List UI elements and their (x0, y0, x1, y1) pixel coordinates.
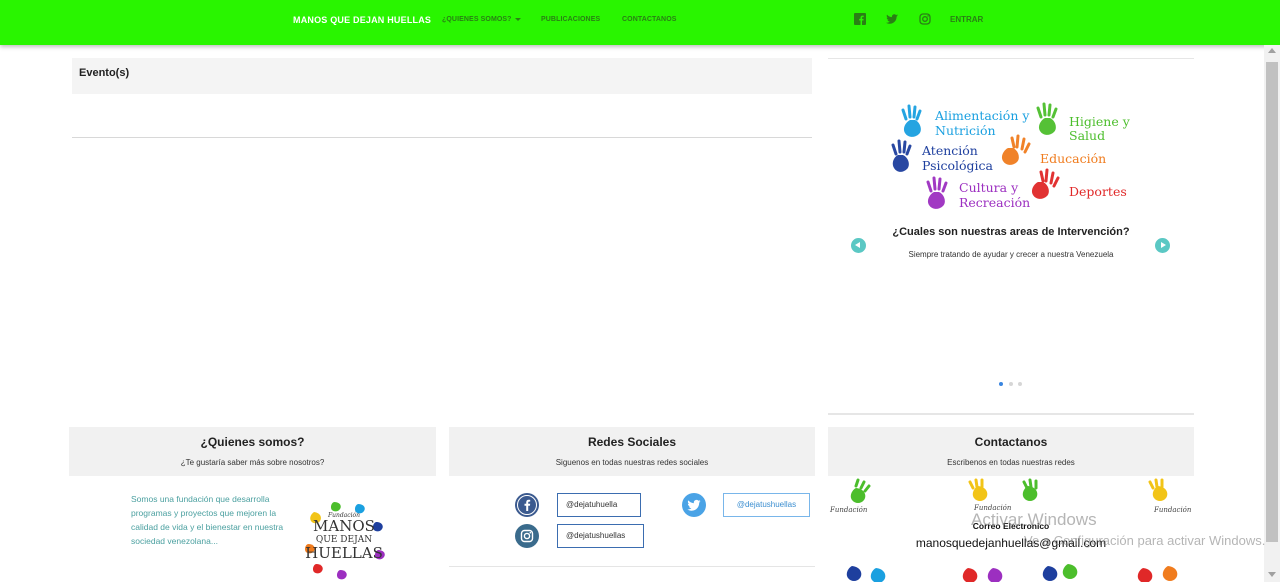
chevron-down-icon (514, 17, 521, 21)
about-subtitle: ¿Te gustaría saber más sobre nosotros? (180, 458, 325, 467)
area-label: Psicológica (922, 158, 994, 173)
about-card-header: ¿Quienes somos? ¿Te gustaría saber más s… (69, 427, 436, 476)
twitter-icon[interactable] (886, 13, 898, 25)
area-label: Higiene y (1069, 114, 1131, 129)
area-label: Recreación (959, 195, 1030, 210)
nav-contactanos[interactable]: CONTACTANOS (622, 16, 677, 23)
about-title: ¿Quienes somos? (200, 435, 305, 449)
top-navbar: MANOS QUE DEJAN HUELLAS ¿QUIENES SOMOS? … (0, 0, 1280, 45)
carousel-indicator-3[interactable] (1018, 382, 1022, 386)
social-subtitle: Siguenos en todas nuestras redes sociale… (555, 458, 709, 467)
social-card-header: Redes Sociales Siguenos en todas nuestra… (449, 427, 815, 476)
foundation-logo: Fundación MANOS QUE DEJAN HUELLAS (304, 502, 385, 580)
events-panel-header: Evento(s) (72, 58, 812, 94)
events-divider (72, 137, 812, 138)
logo-text: MANOS (313, 517, 375, 535)
twitter-handle-button[interactable]: @dejatushuellas (723, 493, 810, 517)
carousel-caption-subtitle: Siempre tratando de ayudar y crecer a nu… (908, 250, 1114, 259)
carousel-caption-title: ¿Cuales son nuestras areas de Intervenci… (892, 226, 1130, 238)
area-label: Alimentación y (934, 108, 1030, 123)
carousel-top-divider (828, 58, 1194, 59)
facebook-icon[interactable] (854, 13, 866, 25)
area-label: Salud (1069, 128, 1105, 143)
scrollbar-thumb[interactable] (1266, 62, 1278, 542)
area-label: Deportes (1069, 184, 1127, 199)
scroll-up-arrow[interactable] (1268, 48, 1276, 53)
login-link[interactable]: ENTRAR (950, 15, 983, 24)
scroll-down-arrow[interactable] (1268, 572, 1276, 577)
logo-text: HUELLAS (305, 544, 383, 562)
carousel-indicator-1[interactable] (999, 382, 1003, 386)
twitter-icon[interactable] (682, 493, 706, 517)
activate-windows-subtitle: Ve a Configuración para activar Windows. (1024, 533, 1266, 548)
contact-title: Contactanos (974, 435, 1048, 449)
area-label: Atención (921, 143, 978, 158)
contact-subtitle: Escribenos en todas nuestras redes (947, 458, 1075, 467)
carousel-prev-button[interactable] (851, 238, 866, 253)
activate-windows-title: Activar Windows (971, 510, 1097, 529)
area-label: Nutrición (935, 123, 996, 138)
logo-text: Fundación (829, 506, 868, 514)
brand-link[interactable]: MANOS QUE DEJAN HUELLAS (293, 15, 431, 25)
carousel-bottom-divider (828, 413, 1194, 415)
intervention-areas-image: Alimentación y Nutrición Higiene y Salud… (891, 102, 1131, 210)
area-label: Educación (1040, 151, 1106, 166)
social-card-bottom (449, 566, 815, 567)
area-label: Cultura y (959, 180, 1019, 195)
instagram-icon[interactable] (515, 524, 539, 548)
about-description: Somos una fundación que desarrolla progr… (131, 494, 284, 546)
chevron-left-icon (855, 242, 860, 248)
chevron-right-icon (1161, 242, 1166, 248)
nav-quienes-somos-label: ¿QUIENES SOMOS? (442, 16, 512, 23)
carousel-next-button[interactable] (1155, 238, 1170, 253)
instagram-handle-button[interactable]: @dejatushuellas (557, 524, 644, 548)
events-title: Evento(s) (79, 67, 130, 79)
logo-text: Fundación (1153, 506, 1192, 514)
carousel-indicator-2[interactable] (1009, 382, 1013, 386)
facebook-icon[interactable] (515, 493, 539, 517)
social-title: Redes Sociales (587, 435, 677, 449)
hand-print-icon (846, 478, 1178, 582)
instagram-icon[interactable] (919, 13, 931, 25)
nav-quienes-somos[interactable]: ¿QUIENES SOMOS? (442, 16, 521, 23)
contact-card-header: Contactanos Escribenos en todas nuestras… (828, 427, 1194, 476)
facebook-handle-button[interactable]: @dejatuhuella (557, 493, 641, 517)
nav-publicaciones[interactable]: PUBLICACIONES (541, 16, 600, 23)
